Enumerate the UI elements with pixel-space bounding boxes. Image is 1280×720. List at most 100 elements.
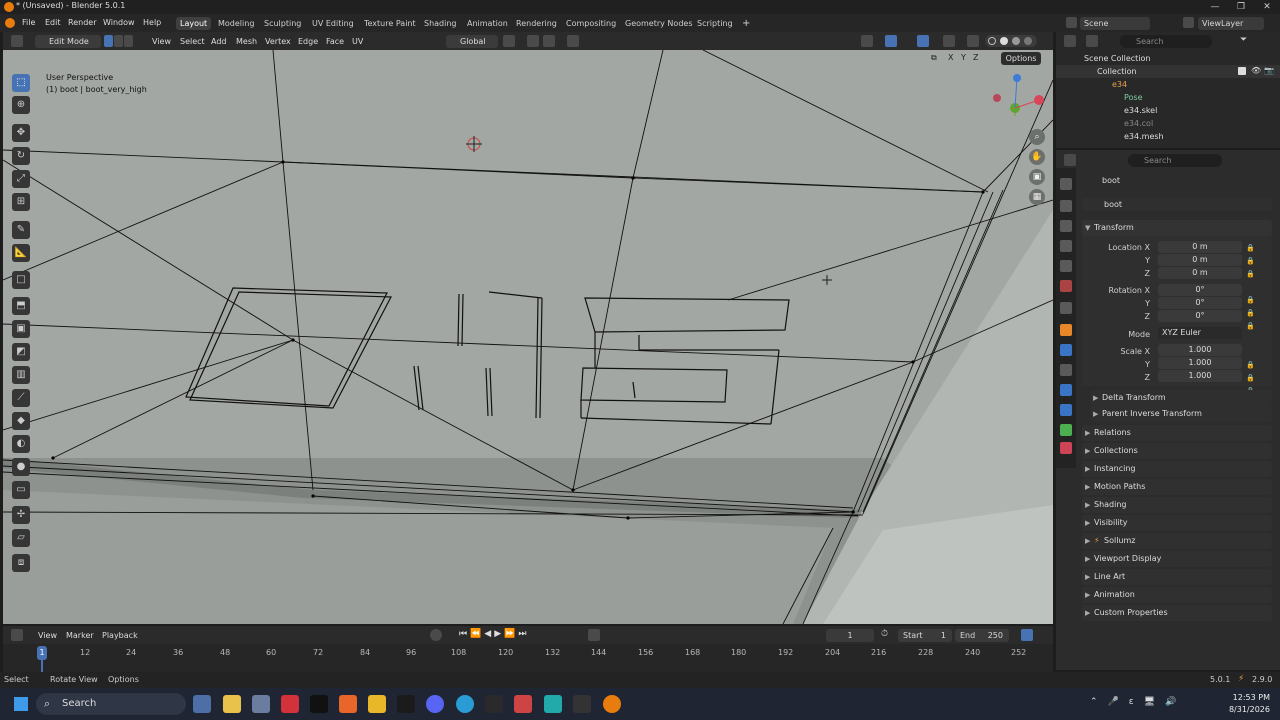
system-tray-icons[interactable]: ⌃🎤ɛ🖥🔊 xyxy=(1090,697,1186,707)
bevel-tool-icon[interactable]: ◩ xyxy=(12,343,30,361)
object-name-field[interactable]: boot xyxy=(1082,198,1272,211)
visibility-panel[interactable]: ▶ Visibility xyxy=(1082,515,1272,531)
workspace-tab-compositing[interactable]: Compositing xyxy=(562,17,620,30)
delta-transform-panel[interactable]: ▶ Delta Transform xyxy=(1090,390,1272,406)
app-icon-1[interactable] xyxy=(252,695,270,713)
taskbar-search-input[interactable]: ⌕ Search xyxy=(36,693,186,715)
visibility-icon[interactable] xyxy=(861,35,873,47)
menu-edge[interactable]: Edge xyxy=(295,35,321,48)
edge-select-mode-icon[interactable] xyxy=(114,35,123,47)
app-icon-5[interactable] xyxy=(485,695,503,713)
output-tab-icon[interactable] xyxy=(1060,220,1072,232)
properties-editor-type-icon[interactable] xyxy=(1064,154,1076,166)
line-art-panel[interactable]: ▶ Line Art xyxy=(1082,569,1272,585)
outliner-scene-collection[interactable]: Scene Collection xyxy=(1056,52,1280,65)
perspective-toggle-icon[interactable]: ▦ xyxy=(1029,189,1045,205)
editor-type-icon[interactable] xyxy=(11,35,23,47)
constraints-tab-icon[interactable] xyxy=(1060,404,1072,416)
outliner-item-pose[interactable]: Pose xyxy=(1056,91,1280,104)
rotation-x-field[interactable]: 0° xyxy=(1158,284,1242,296)
scale-tool-icon[interactable]: ⤢ xyxy=(12,170,30,188)
tiktok-icon[interactable] xyxy=(310,695,328,713)
app-icon-6[interactable] xyxy=(514,695,532,713)
outliner-item-e34-skel[interactable]: e34.skel xyxy=(1056,104,1280,117)
solid-shading-icon[interactable] xyxy=(1000,37,1008,45)
timeline-editor-type-icon[interactable] xyxy=(11,629,23,641)
shrink-fatten-tool-icon[interactable]: ✢ xyxy=(12,506,30,524)
location-y-field[interactable]: 0 m xyxy=(1158,254,1242,266)
loop-cut-tool-icon[interactable]: ▥ xyxy=(12,366,30,384)
menu-face[interactable]: Face xyxy=(323,35,347,48)
workspace-tab-shading[interactable]: Shading xyxy=(420,17,461,30)
keying-icon[interactable] xyxy=(588,629,600,641)
scene-tab-icon[interactable] xyxy=(1060,260,1072,272)
menu-uv[interactable]: UV xyxy=(349,35,366,48)
relations-panel[interactable]: ▶ Relations xyxy=(1082,425,1272,441)
menu-edit[interactable]: Edit xyxy=(43,17,63,29)
axis-x-toggle[interactable]: X xyxy=(948,53,953,62)
world-tab-icon[interactable] xyxy=(1060,280,1072,292)
rendered-shading-icon[interactable] xyxy=(1024,37,1032,45)
shading-panel[interactable]: ▶ Shading xyxy=(1082,497,1272,513)
wireframe-shading-icon[interactable] xyxy=(988,37,996,45)
display-mode-icon[interactable] xyxy=(1086,35,1098,47)
zoom-icon[interactable]: ⌕ xyxy=(1029,129,1045,145)
smooth-tool-icon[interactable]: ● xyxy=(12,458,30,476)
current-frame-field[interactable]: 1 xyxy=(826,629,874,642)
overlays-toggle-icon[interactable] xyxy=(917,35,929,47)
face-select-mode-icon[interactable] xyxy=(124,35,133,47)
menu-render[interactable]: Render xyxy=(66,17,98,29)
workspace-tab-texture-paint[interactable]: Texture Paint xyxy=(360,17,420,30)
folder-icon[interactable] xyxy=(368,695,386,713)
workspace-tab-animation[interactable]: Animation xyxy=(463,17,512,30)
menu-vertex[interactable]: Vertex xyxy=(262,35,294,48)
edge-browser-icon[interactable] xyxy=(456,695,474,713)
tool-tab-icon[interactable] xyxy=(1060,178,1072,190)
view-layer-tab-icon[interactable] xyxy=(1060,240,1072,252)
particles-tab-icon[interactable] xyxy=(1060,364,1072,376)
app-icon-3[interactable] xyxy=(339,695,357,713)
snap-icon[interactable] xyxy=(527,35,539,47)
transform-panel-header[interactable]: ▼ Transform xyxy=(1082,220,1272,236)
collection-visibility-icon[interactable]: 👁 xyxy=(1251,66,1261,75)
move-tool-icon[interactable]: ✥ xyxy=(12,124,30,142)
playback-controls[interactable]: ⏮⏪◀▶⏩⏭ xyxy=(459,629,529,639)
options-dropdown[interactable]: Options xyxy=(1001,52,1041,65)
timeline-menu-playback[interactable]: Playback xyxy=(99,629,141,642)
workspace-tab-modeling[interactable]: Modeling xyxy=(214,17,258,30)
sollumz-panel[interactable]: ▶ ⚡ Sollumz xyxy=(1082,533,1272,549)
physics-tab-icon[interactable] xyxy=(1060,384,1072,396)
instancing-panel[interactable]: ▶ Instancing xyxy=(1082,461,1272,477)
app-icon-4[interactable] xyxy=(397,695,415,713)
rip-region-tool-icon[interactable]: ⧈ xyxy=(12,554,30,572)
outliner-item-e34-col[interactable]: e34.col xyxy=(1056,117,1280,130)
render-tab-icon[interactable] xyxy=(1060,200,1072,212)
outliner-item-e34[interactable]: e34 xyxy=(1056,78,1280,91)
task-view-icon[interactable] xyxy=(193,695,211,713)
view-toggle-icon[interactable] xyxy=(1021,629,1033,641)
end-frame-field[interactable]: End 250 xyxy=(955,629,1009,642)
inset-tool-icon[interactable]: ▣ xyxy=(12,320,30,338)
rotation-mode-dropdown[interactable]: XYZ Euler xyxy=(1158,327,1242,339)
app-icon-7[interactable] xyxy=(544,695,562,713)
rotation-y-field[interactable]: 0° xyxy=(1158,297,1242,309)
workspace-tab-geometry-nodes[interactable]: Geometry Nodes xyxy=(621,17,696,30)
edge-slide-tool-icon[interactable]: ▭ xyxy=(12,481,30,499)
view-layer-selector[interactable]: ViewLayer xyxy=(1198,17,1264,30)
menu-mesh[interactable]: Mesh xyxy=(233,35,260,48)
maximize-button[interactable]: ❐ xyxy=(1228,0,1254,14)
outliner-collection[interactable]: Collection xyxy=(1056,65,1280,78)
minimize-button[interactable]: — xyxy=(1202,0,1228,14)
axis-y-toggle[interactable]: Y xyxy=(961,53,966,62)
location-x-field[interactable]: 0 m xyxy=(1158,241,1242,253)
material-shading-icon[interactable] xyxy=(1012,37,1020,45)
gizmo-toggle-icon[interactable] xyxy=(885,35,897,47)
transform-orientation-dropdown[interactable]: Global xyxy=(446,35,498,48)
outliner-editor-type-icon[interactable] xyxy=(1064,35,1076,47)
blender-taskbar-icon[interactable] xyxy=(603,695,621,713)
add-cube-tool-icon[interactable]: □ xyxy=(12,271,30,289)
annotate-tool-icon[interactable]: ✎ xyxy=(12,221,30,239)
snap-target-icon[interactable] xyxy=(543,35,555,47)
parent-inverse-transform-panel[interactable]: ▶ Parent Inverse Transform xyxy=(1090,406,1272,422)
collection-render-icon[interactable]: 📷 xyxy=(1264,66,1274,75)
